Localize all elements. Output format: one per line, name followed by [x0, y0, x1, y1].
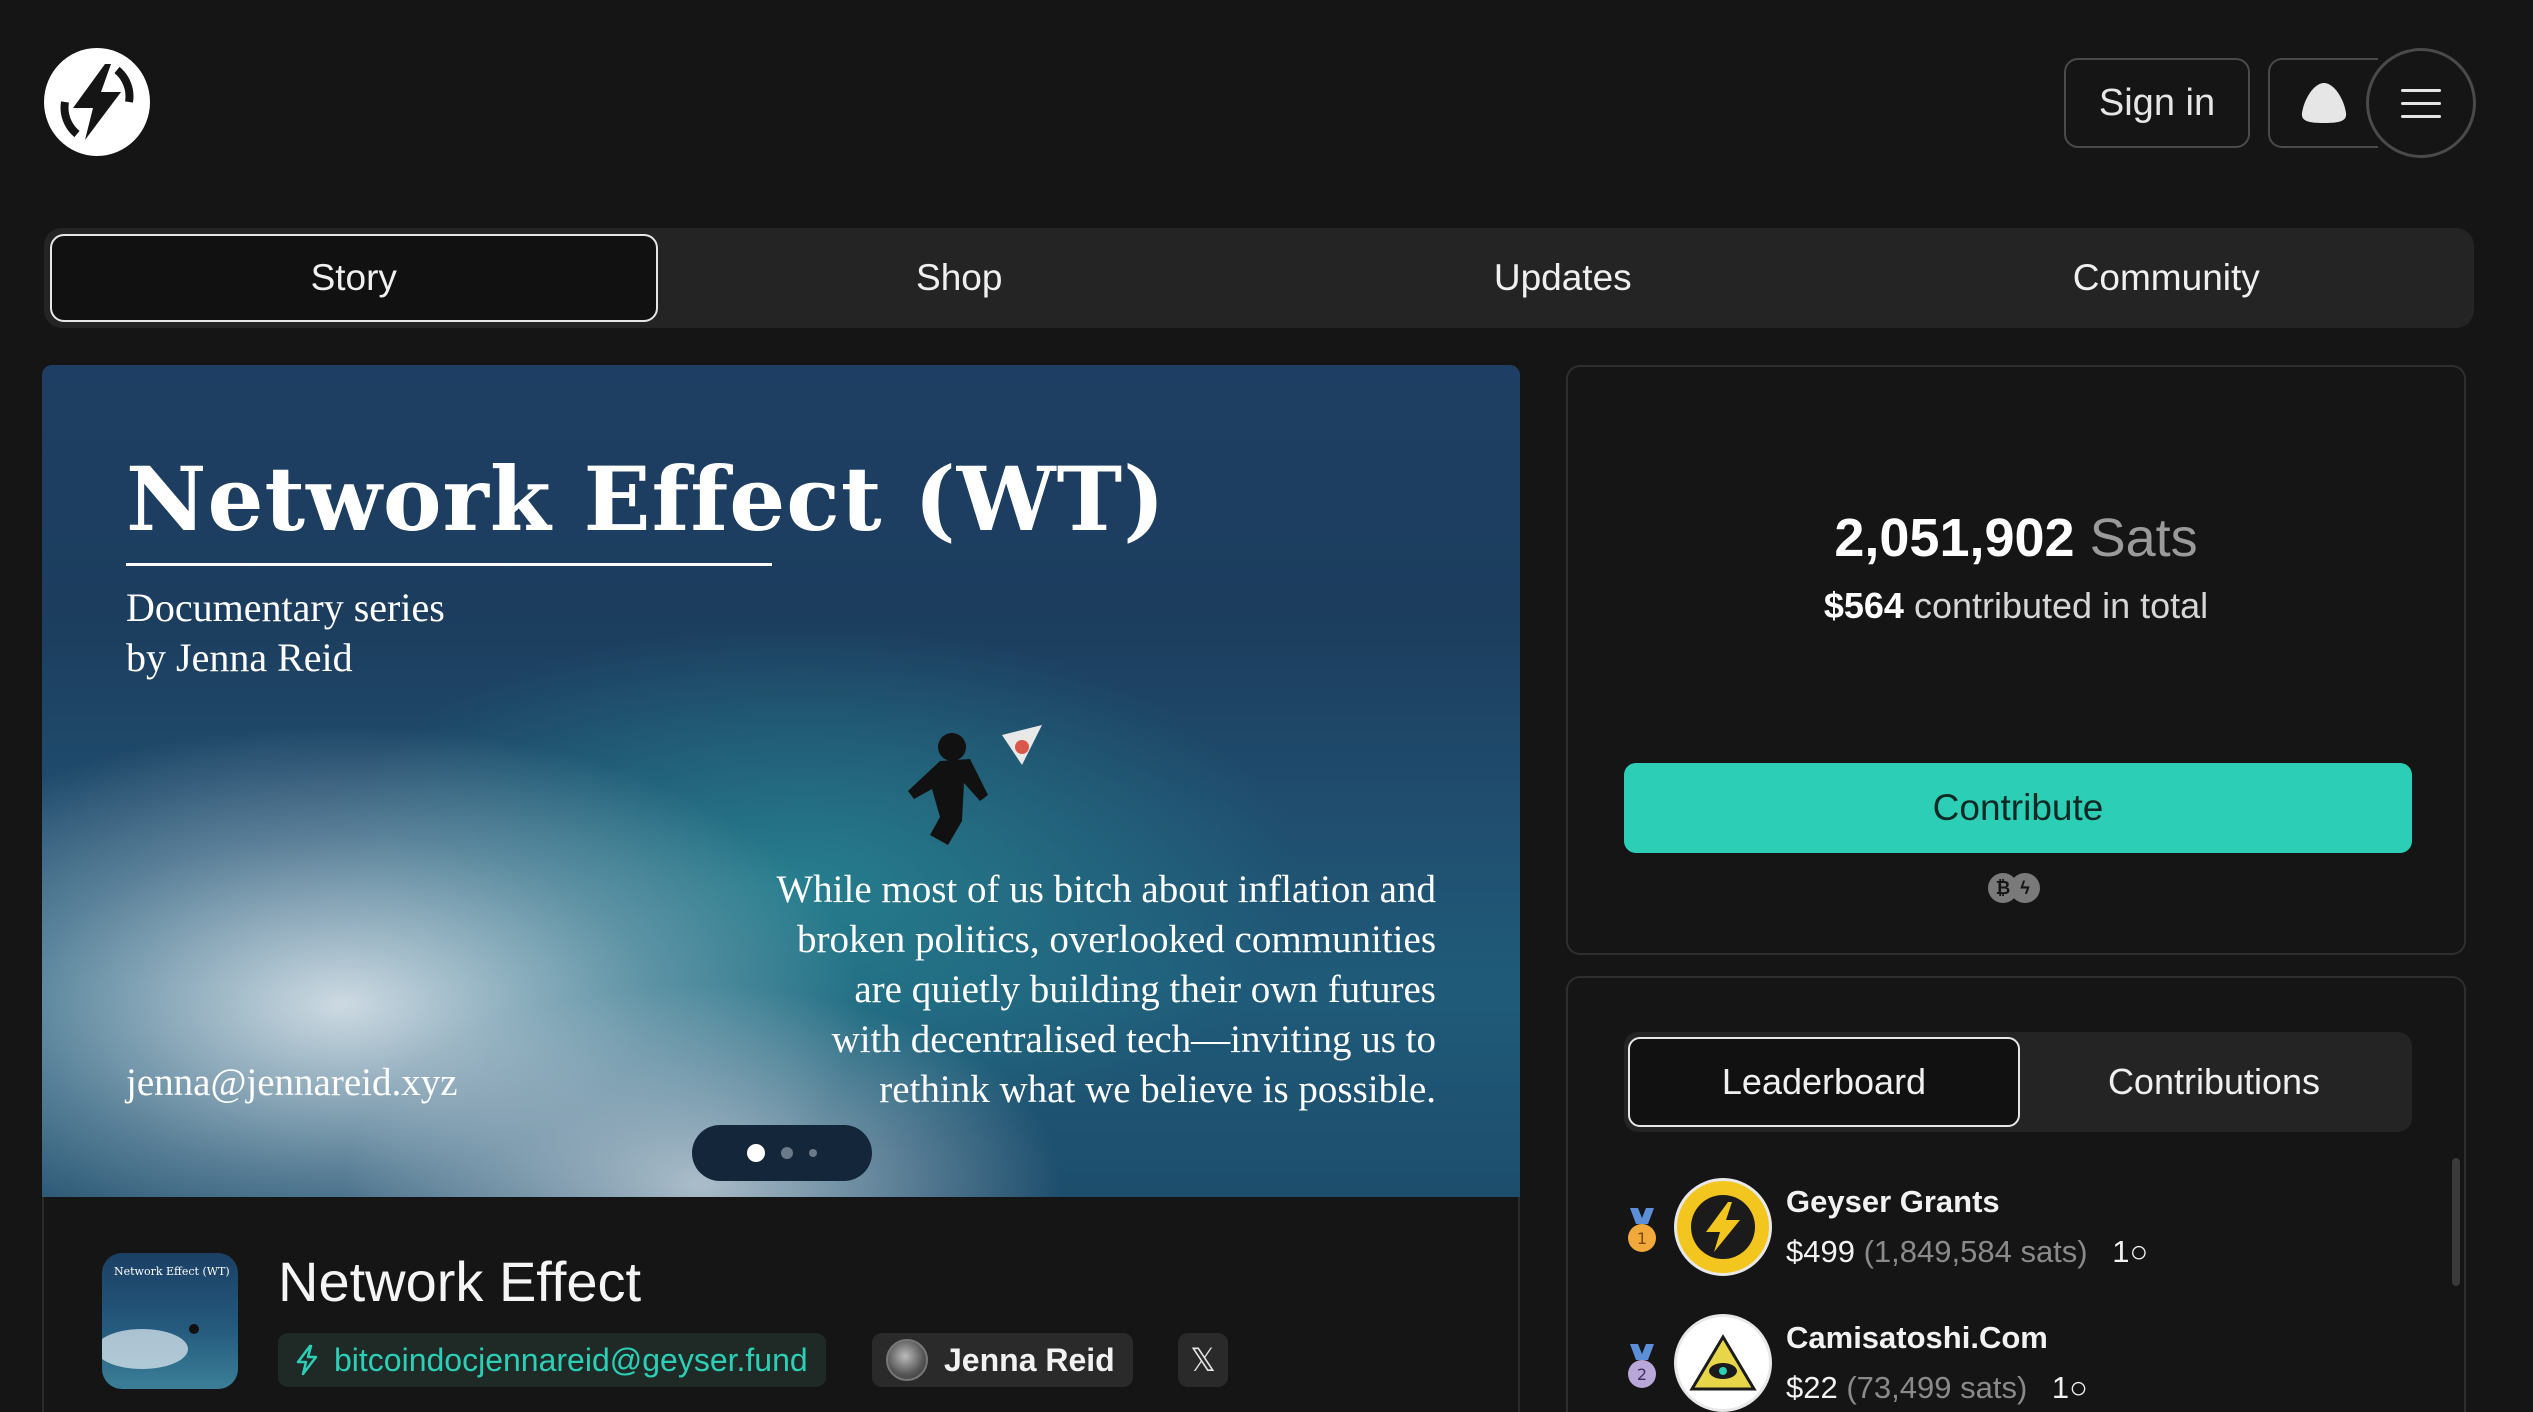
carousel-dot-active[interactable] — [747, 1144, 765, 1162]
lightning-icon — [296, 1344, 318, 1376]
tab-updates[interactable]: Updates — [1261, 234, 1865, 322]
sign-in-button[interactable]: Sign in — [2064, 58, 2250, 148]
contributor-name: Geyser Grants — [1786, 1184, 2000, 1219]
lightning-address-text: bitcoindocjennareid@geyser.fund — [334, 1341, 808, 1378]
hamburger-menu-button[interactable] — [2366, 48, 2476, 158]
pyramid-eye-icon — [1689, 1334, 1757, 1391]
project-thumbnail[interactable]: Network Effect (WT) — [102, 1253, 238, 1389]
svg-text:2: 2 — [1637, 1365, 1647, 1384]
leaderboard-scrollbar[interactable] — [2452, 1158, 2460, 1286]
geyser-grants-avatar — [1674, 1178, 1772, 1276]
silver-medal-icon: 2 — [1628, 1344, 1656, 1388]
tab-story[interactable]: Story — [50, 234, 658, 322]
sats-unit: Sats — [2089, 508, 2198, 568]
nostr-ostrich-icon — [2301, 83, 2347, 123]
hero-subtitle: Documentary series by Jenna Reid — [126, 583, 445, 683]
contribution-count-value: 1 — [2051, 1370, 2070, 1405]
leaderboard-tabs: Leaderboard Contributions — [1624, 1032, 2412, 1132]
hero-quote: While most of us bitch about inflation a… — [776, 868, 1436, 1111]
hero-image[interactable]: Network Effect (WT) Documentary series b… — [42, 365, 1520, 1197]
nostr-login-button[interactable] — [2268, 58, 2378, 148]
leaderboard-row[interactable]: 2 Camisatoshi.Com $22 (73,499 sats) 1○ — [1624, 1314, 2384, 1412]
tab-contributions[interactable]: Contributions — [2020, 1037, 2408, 1127]
contributor-name: Camisatoshi.Com — [1786, 1320, 2048, 1355]
hero-title-underline — [126, 563, 772, 566]
contributor-usd: $499 — [1786, 1234, 1855, 1269]
project-name: Network Effect — [278, 1250, 642, 1313]
contribution-count-value: 1 — [2112, 1234, 2130, 1269]
creator-name: Jenna Reid — [944, 1341, 1115, 1378]
sats-total: 2,051,902 Sats — [1568, 507, 2464, 569]
contributor-sats: (1,849,584 sats) — [1863, 1234, 2088, 1269]
x-logo-icon[interactable]: 𝕏 — [1178, 1333, 1228, 1387]
contributor-sats: (73,499 sats) — [1846, 1370, 2028, 1405]
menu-line — [2401, 88, 2441, 92]
project-tabs: Story Shop Updates Community — [44, 228, 2474, 328]
camisatoshi-avatar — [1674, 1314, 1772, 1412]
geyser-bolt-logo-icon — [1691, 1195, 1755, 1259]
contributor-usd: $22 — [1786, 1370, 1838, 1405]
gold-medal-icon: 1 — [1628, 1208, 1656, 1252]
carousel-indicator — [692, 1125, 872, 1181]
contribution-count: 1○ — [2112, 1234, 2148, 1269]
tab-shop[interactable]: Shop — [658, 234, 1262, 322]
usd-amount: $564 — [1823, 585, 1904, 626]
lightning-address-pill[interactable]: bitcoindocjennareid@geyser.fund — [278, 1333, 826, 1387]
leaderboard-row[interactable]: 1 Geyser Grants $499 (1,849,584 sats) 1○ — [1624, 1178, 2384, 1278]
carousel-dot[interactable] — [809, 1149, 817, 1157]
hero-subtitle-line: by Jenna Reid — [126, 635, 353, 680]
creator-avatar — [886, 1339, 928, 1381]
payment-methods: ₿ ϟ — [1988, 873, 2048, 903]
creator-pill[interactable]: Jenna Reid — [872, 1333, 1133, 1387]
svg-text:1: 1 — [1637, 1229, 1647, 1248]
carousel-dot[interactable] — [781, 1147, 793, 1159]
lightning-icon: ϟ — [2010, 873, 2040, 903]
hero-title: Network Effect (WT) — [126, 447, 1166, 551]
contributor-amount: $22 (73,499 sats) 1○ — [1786, 1370, 2088, 1406]
usd-total: $564 contributed in total — [1568, 585, 2464, 627]
tab-leaderboard[interactable]: Leaderboard — [1628, 1037, 2020, 1127]
hero-email: jenna@jennareid.xyz — [126, 1061, 458, 1104]
comment-icon: ○ — [2069, 1370, 2088, 1405]
hero-subtitle-line: Documentary series — [126, 585, 445, 630]
funding-summary-card: 2,051,902 Sats $564 contributed in total… — [1566, 365, 2466, 955]
contributor-amount: $499 (1,849,584 sats) 1○ — [1786, 1234, 2148, 1270]
menu-line — [2401, 114, 2441, 118]
contribute-button[interactable]: Contribute — [1624, 763, 2412, 853]
geyser-logo-icon[interactable] — [44, 48, 150, 156]
sats-amount: 2,051,902 — [1834, 508, 2075, 568]
menu-line — [2401, 101, 2441, 105]
comment-icon: ○ — [2129, 1234, 2149, 1269]
leaderboard-card: Leaderboard Contributions 1 Geyser Grant… — [1566, 976, 2466, 1412]
tab-community[interactable]: Community — [1865, 234, 2469, 322]
contribution-count: 1○ — [2052, 1370, 2088, 1405]
thumbnail-wave — [102, 1324, 199, 1369]
usd-suffix: contributed in total — [1913, 585, 2209, 626]
project-info: Network Effect (WT) Network Effect bitco… — [42, 1197, 1520, 1412]
